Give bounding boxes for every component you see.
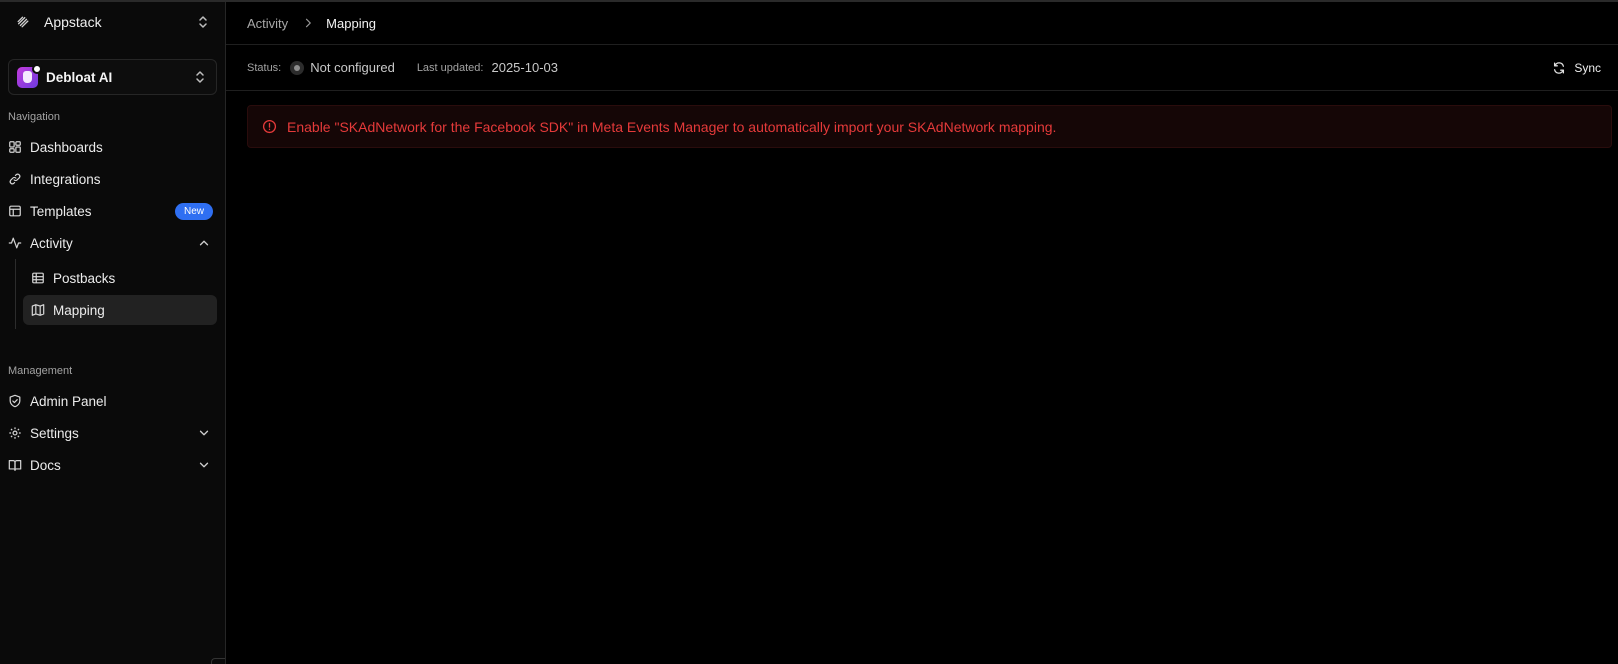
last-updated-label: Last updated: [416, 61, 484, 74]
sidebar-item-label: Integrations [30, 171, 101, 187]
new-badge: New [174, 202, 213, 220]
link-icon [9, 173, 21, 185]
app-name: Debloat AI [46, 69, 113, 85]
sidebar-item-mapping[interactable]: Mapping [23, 295, 217, 325]
content-area: Enable "SKAdNetwork for the Facebook SDK… [226, 91, 1618, 148]
status-bar: Status: Not configured Last updated: 202… [226, 45, 1618, 91]
sidebar-item-dashboards[interactable]: Dashboards [8, 131, 217, 163]
app-switcher[interactable]: Debloat AI [8, 59, 217, 95]
main-nav: Dashboards Integrations Templates New Ac… [8, 131, 217, 259]
org-name: Appstack [44, 14, 102, 30]
sidebar-item-postbacks[interactable]: Postbacks [23, 263, 217, 293]
main-content: Activity Mapping Status: Not configured … [226, 2, 1618, 664]
shield-check-icon [9, 394, 21, 408]
sidebar-item-label: Settings [30, 425, 79, 441]
last-updated-value: 2025-10-03 [491, 60, 558, 75]
refresh-icon [1554, 61, 1565, 74]
chevron-down-icon[interactable] [197, 426, 211, 440]
alert-message: Enable "SKAdNetwork for the Facebook SDK… [287, 118, 1057, 135]
status-value: Not configured [310, 60, 395, 75]
chevron-up-down-icon [199, 16, 207, 28]
sidebar-item-activity[interactable]: Activity [8, 227, 217, 259]
appstack-logo-icon [12, 11, 34, 33]
sidebar-item-docs[interactable]: Docs [8, 449, 217, 481]
sync-label: Sync [1574, 60, 1601, 75]
status-indicator-icon [290, 60, 305, 75]
activity-subnav: Postbacks Mapping [15, 259, 217, 329]
sidebar-collapse-handle[interactable] [211, 658, 225, 664]
sidebar-item-label: Mapping [53, 302, 105, 318]
sidebar-item-integrations[interactable]: Integrations [8, 163, 217, 195]
section-label-navigation: Navigation [8, 111, 60, 123]
section-label-management: Management [8, 365, 73, 377]
dashboard-icon [9, 141, 21, 153]
sidebar-item-label: Templates [30, 203, 92, 219]
sidebar-item-label: Dashboards [30, 139, 103, 155]
status-label: Status: [247, 61, 282, 74]
sync-button[interactable]: Sync [1552, 61, 1601, 75]
sidebar-item-label: Docs [30, 457, 61, 473]
chevron-up-down-icon [196, 71, 204, 83]
sidebar-item-templates[interactable]: Templates New [8, 195, 217, 227]
layout-template-icon [9, 205, 21, 217]
org-switcher[interactable]: Appstack [8, 2, 217, 42]
sidebar-item-admin-panel[interactable]: Admin Panel [8, 385, 217, 417]
chevron-up-icon[interactable] [197, 236, 211, 250]
activity-icon [8, 237, 22, 249]
gear-icon [9, 427, 21, 439]
app-avatar-icon [17, 63, 42, 88]
map-icon [31, 304, 45, 316]
sidebar-item-label: Postbacks [53, 270, 116, 286]
book-open-icon [8, 460, 22, 471]
app-root: Appstack Debloat AI Navigation Dashboard… [0, 0, 1618, 664]
chevron-right-icon [306, 18, 312, 28]
chevron-down-icon[interactable] [197, 458, 211, 472]
alert-circle-icon [262, 119, 277, 134]
breadcrumb: Activity Mapping [226, 2, 1618, 45]
management-nav: Admin Panel Settings Docs [8, 385, 217, 481]
sidebar-item-settings[interactable]: Settings [8, 417, 217, 449]
sidebar-item-label: Activity [30, 235, 73, 251]
breadcrumb-activity[interactable]: Activity [247, 16, 288, 31]
error-alert: Enable "SKAdNetwork for the Facebook SDK… [247, 105, 1612, 148]
apple-platform-icon [32, 63, 42, 74]
table-icon [32, 272, 44, 284]
sidebar-item-label: Admin Panel [30, 393, 107, 409]
page-title: Mapping [326, 15, 377, 31]
sidebar: Appstack Debloat AI Navigation Dashboard… [0, 2, 226, 664]
